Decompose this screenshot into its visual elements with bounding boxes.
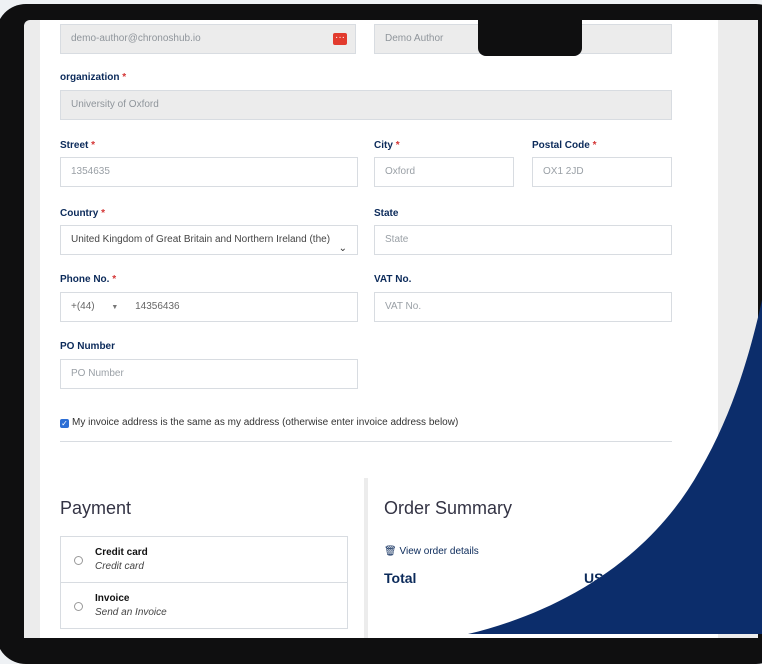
caret-down-icon: ▼ bbox=[111, 304, 119, 311]
organization-field[interactable]: University of Oxford bbox=[60, 90, 672, 120]
street-value: 1354635 bbox=[71, 166, 110, 177]
vat-label: VAT No. bbox=[374, 274, 412, 285]
email-field[interactable]: demo-author@chronoshub.io ··· bbox=[60, 24, 356, 54]
city-value: Oxford bbox=[385, 166, 416, 177]
payment-option-credit-card[interactable]: Credit card Credit card bbox=[60, 536, 348, 583]
phone-field[interactable]: +(44) ▼ 14356436 bbox=[60, 292, 358, 322]
street-field[interactable]: 1354635 bbox=[60, 157, 358, 187]
state-label: State bbox=[374, 208, 399, 219]
view-order-details-link[interactable]: 🗑 View order details bbox=[384, 546, 479, 557]
password-manager-icon[interactable]: ··· bbox=[333, 33, 347, 45]
address-form-card: demo-author@chronoshub.io ··· Demo Autho… bbox=[40, 20, 718, 478]
name-value: Demo Author bbox=[385, 33, 444, 44]
postal-value: OX1 2JD bbox=[543, 166, 584, 177]
radio-button[interactable] bbox=[74, 556, 83, 565]
payment-title: Payment bbox=[60, 498, 132, 518]
divider bbox=[60, 441, 672, 442]
option-title: Credit card bbox=[95, 547, 148, 558]
order-summary-title: Order Summary bbox=[384, 498, 513, 518]
country-value: United Kingdom of Great Britain and Nort… bbox=[71, 234, 331, 245]
organization-label: organization * bbox=[60, 72, 127, 83]
postal-field[interactable]: OX1 2JD bbox=[532, 157, 672, 187]
phone-value: 14356436 bbox=[135, 301, 180, 312]
total-label: Total bbox=[384, 570, 417, 586]
vat-placeholder: VAT No. bbox=[385, 301, 422, 312]
basket-icon: 🗑 bbox=[384, 546, 397, 557]
invoice-same-label: My invoice address is the same as my add… bbox=[72, 417, 459, 428]
payment-option-invoice[interactable]: Invoice Send an Invoice bbox=[60, 582, 348, 629]
city-label: City * bbox=[374, 140, 400, 151]
invoice-same-checkbox-row[interactable]: ✓ My invoice address is the same as my ad… bbox=[60, 417, 458, 428]
country-select[interactable]: United Kingdom of Great Britain and Nort… bbox=[60, 225, 358, 255]
state-field[interactable]: State bbox=[374, 225, 672, 255]
organization-value: University of Oxford bbox=[71, 99, 159, 110]
camera-notch bbox=[478, 20, 582, 56]
chevron-down-icon: ⌄ bbox=[338, 243, 347, 254]
country-label: Country * bbox=[60, 208, 106, 219]
po-label: PO Number bbox=[60, 341, 116, 352]
option-title: Invoice bbox=[95, 593, 130, 604]
screen: demo-author@chronoshub.io ··· Demo Autho… bbox=[24, 20, 758, 638]
po-field[interactable]: PO Number bbox=[60, 359, 358, 389]
option-subtitle: Credit card bbox=[95, 561, 144, 572]
postal-label: Postal Code * bbox=[532, 140, 597, 151]
vat-field[interactable]: VAT No. bbox=[374, 292, 672, 322]
email-value: demo-author@chronoshub.io bbox=[71, 33, 201, 44]
city-field[interactable]: Oxford bbox=[374, 157, 514, 187]
option-subtitle: Send an Invoice bbox=[95, 607, 167, 618]
checkbox-checked-icon[interactable]: ✓ bbox=[60, 419, 69, 428]
radio-button[interactable] bbox=[74, 602, 83, 611]
laptop-bezel: demo-author@chronoshub.io ··· Demo Autho… bbox=[0, 4, 762, 664]
street-label: Street * bbox=[60, 140, 96, 151]
po-placeholder: PO Number bbox=[71, 368, 124, 379]
phone-label: Phone No. * bbox=[60, 274, 117, 285]
state-placeholder: State bbox=[385, 234, 409, 245]
total-value: US bbox=[584, 570, 604, 586]
phone-prefix[interactable]: +(44) bbox=[71, 301, 95, 312]
